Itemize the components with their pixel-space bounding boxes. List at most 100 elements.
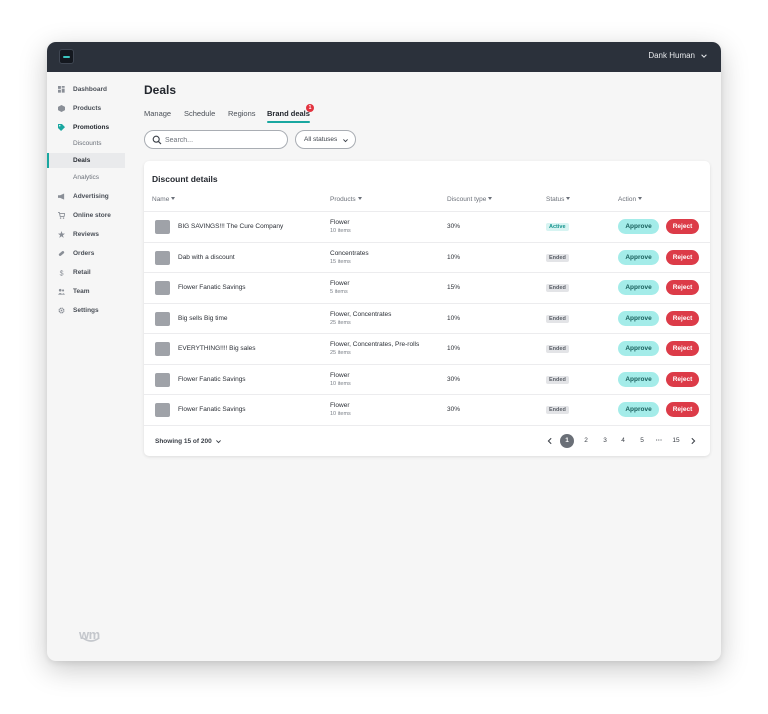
status-filter-select[interactable]: All statuses <box>295 130 356 149</box>
tab-manage[interactable]: Manage <box>144 109 171 118</box>
tab-brand-deals[interactable]: Brand deals <box>267 109 310 123</box>
user-menu[interactable]: Dank Human <box>648 51 708 60</box>
sidebar-item-dashboard[interactable]: Dashboard <box>47 82 129 98</box>
brand-smile-icon <box>82 637 100 642</box>
discount-value: 10% <box>447 345 461 352</box>
column-header-label: Status <box>546 196 565 203</box>
column-header-status[interactable]: Status <box>546 196 571 203</box>
column-header-discount-type[interactable]: Discount type <box>447 196 493 203</box>
table-row[interactable]: Dab with a discount Concentrates 15 items… <box>144 241 710 273</box>
approve-button[interactable]: Approve <box>618 341 659 356</box>
table-row[interactable]: Big sells Big time Flower, Concentrates 2… <box>144 302 710 334</box>
chevron-left-icon[interactable] <box>546 437 554 445</box>
table-row[interactable]: Flower Fanatic Savings Flower 5 items 15%… <box>144 272 710 303</box>
search-input[interactable] <box>165 134 283 146</box>
reject-button[interactable]: Reject <box>666 310 699 326</box>
sidebar-subitem-label: Analytics <box>73 174 100 181</box>
star-icon <box>58 231 65 238</box>
sidebar-subitem-label: Deals <box>73 157 91 164</box>
page-size-select[interactable]: Showing 15 of 200 <box>155 438 222 445</box>
pagination-page[interactable]: 1 <box>560 434 574 448</box>
sidebar-item-retail[interactable]: $ Retail <box>47 265 129 281</box>
discount-value: 30% <box>447 375 461 383</box>
approve-button[interactable]: Approve <box>618 280 659 295</box>
approve-button[interactable]: Approve <box>618 219 659 234</box>
card-title: Discount details <box>152 174 218 184</box>
sidebar-subitem-analytics[interactable]: Analytics <box>47 170 125 185</box>
pill-icon <box>58 251 65 256</box>
user-name: Dank Human <box>648 51 695 60</box>
products-icon <box>58 105 65 112</box>
sidebar-subitem-deals[interactable]: Deals <box>47 153 125 168</box>
reject-button[interactable]: Reject <box>666 219 699 234</box>
tab-regions[interactable]: Regions <box>228 109 256 118</box>
sidebar-item-products[interactable]: Products <box>47 101 129 117</box>
status-badge: Active <box>546 223 569 231</box>
products-label: Flower <box>330 371 350 379</box>
items-count: 10 items <box>330 411 351 417</box>
reject-button[interactable]: Reject <box>666 402 699 417</box>
notification-badge: 1 <box>306 104 314 112</box>
approve-button[interactable]: Approve <box>618 249 659 265</box>
tab-schedule[interactable]: Schedule <box>184 109 215 118</box>
status-badge: Ended <box>546 253 569 262</box>
status-badge: Ended <box>546 345 569 353</box>
items-count: 10 items <box>330 380 351 387</box>
column-header-label: Action <box>618 196 637 203</box>
sidebar-subitem-discounts[interactable]: Discounts <box>47 136 125 151</box>
pagination-page[interactable]: 2 <box>579 434 593 448</box>
deal-products: Flower 10 items <box>330 219 351 234</box>
table-row[interactable]: EVERYTHING!!!! Big sales Flower, Concent… <box>144 333 710 364</box>
sidebar-item-label: Settings <box>73 307 99 314</box>
sidebar-item-label: Products <box>73 105 102 112</box>
approve-button[interactable]: Approve <box>618 310 659 326</box>
approve-button[interactable]: Approve <box>618 402 659 417</box>
deal-name: Flower Fanatic Savings <box>178 284 246 291</box>
deal-thumbnail <box>155 250 170 265</box>
app-logo[interactable] <box>59 49 74 64</box>
svg-text:$: $ <box>60 270 64 276</box>
table-row[interactable]: Flower Fanatic Savings Flower 10 items 30… <box>144 394 710 425</box>
approve-button[interactable]: Approve <box>618 371 659 387</box>
gear-icon <box>58 307 65 314</box>
chevron-down-icon <box>343 139 348 143</box>
reject-button[interactable]: Reject <box>666 280 699 295</box>
sidebar-item-promotions[interactable]: Promotions <box>47 120 129 136</box>
sidebar-item-label: Reviews <box>73 231 100 238</box>
showing-count: Showing 15 of 200 <box>155 438 212 445</box>
table-row[interactable]: Flower Fanatic Savings Flower 10 items 30… <box>144 363 710 395</box>
reject-button[interactable]: Reject <box>666 371 699 387</box>
sidebar-item-orders[interactable]: Orders <box>47 246 129 262</box>
sidebar-item-label: Advertising <box>73 193 109 200</box>
table-row[interactable]: BIG SAVINGS!!! The Cure Company Flower 10… <box>144 211 710 242</box>
chevron-right-icon[interactable] <box>689 437 697 445</box>
products-label: Concentrates <box>330 249 369 257</box>
discount-value: 15% <box>447 284 461 291</box>
products-label: Flower <box>330 219 350 226</box>
deal-thumbnail <box>155 342 170 356</box>
column-header-products[interactable]: Products <box>330 196 362 203</box>
sidebar-item-team[interactable]: Team <box>47 284 129 300</box>
pagination-page[interactable]: 4 <box>616 434 630 448</box>
items-count: 25 items <box>330 319 351 326</box>
chevron-down-icon <box>701 53 707 58</box>
dollar-icon: $ <box>60 270 64 276</box>
pagination-page[interactable]: 5 <box>635 434 649 448</box>
pagination-page[interactable]: 3 <box>598 434 612 448</box>
sidebar-item-settings[interactable]: Settings <box>47 303 129 319</box>
products-label: Flower, Concentrates, Pre-rolls <box>330 341 420 348</box>
status-badge: Ended <box>546 406 569 414</box>
column-header-name[interactable]: Name <box>152 196 176 203</box>
reject-button[interactable]: Reject <box>666 341 699 356</box>
deal-products: Flower 5 items <box>330 280 350 295</box>
app-window: Dank Human Dashboard Products Promotions… <box>47 42 721 661</box>
column-header-label: Discount type <box>447 196 487 203</box>
sidebar-item-reviews[interactable]: Reviews <box>47 227 129 243</box>
sidebar-item-online-store[interactable]: Online store <box>47 208 129 224</box>
sidebar-item-advertising[interactable]: Advertising <box>47 189 129 205</box>
deal-thumbnail <box>155 403 170 417</box>
pagination-page[interactable]: 15 <box>669 434 683 448</box>
column-header-action[interactable]: Action <box>618 196 643 203</box>
reject-button[interactable]: Reject <box>666 249 699 265</box>
sort-caret-icon <box>638 197 643 200</box>
